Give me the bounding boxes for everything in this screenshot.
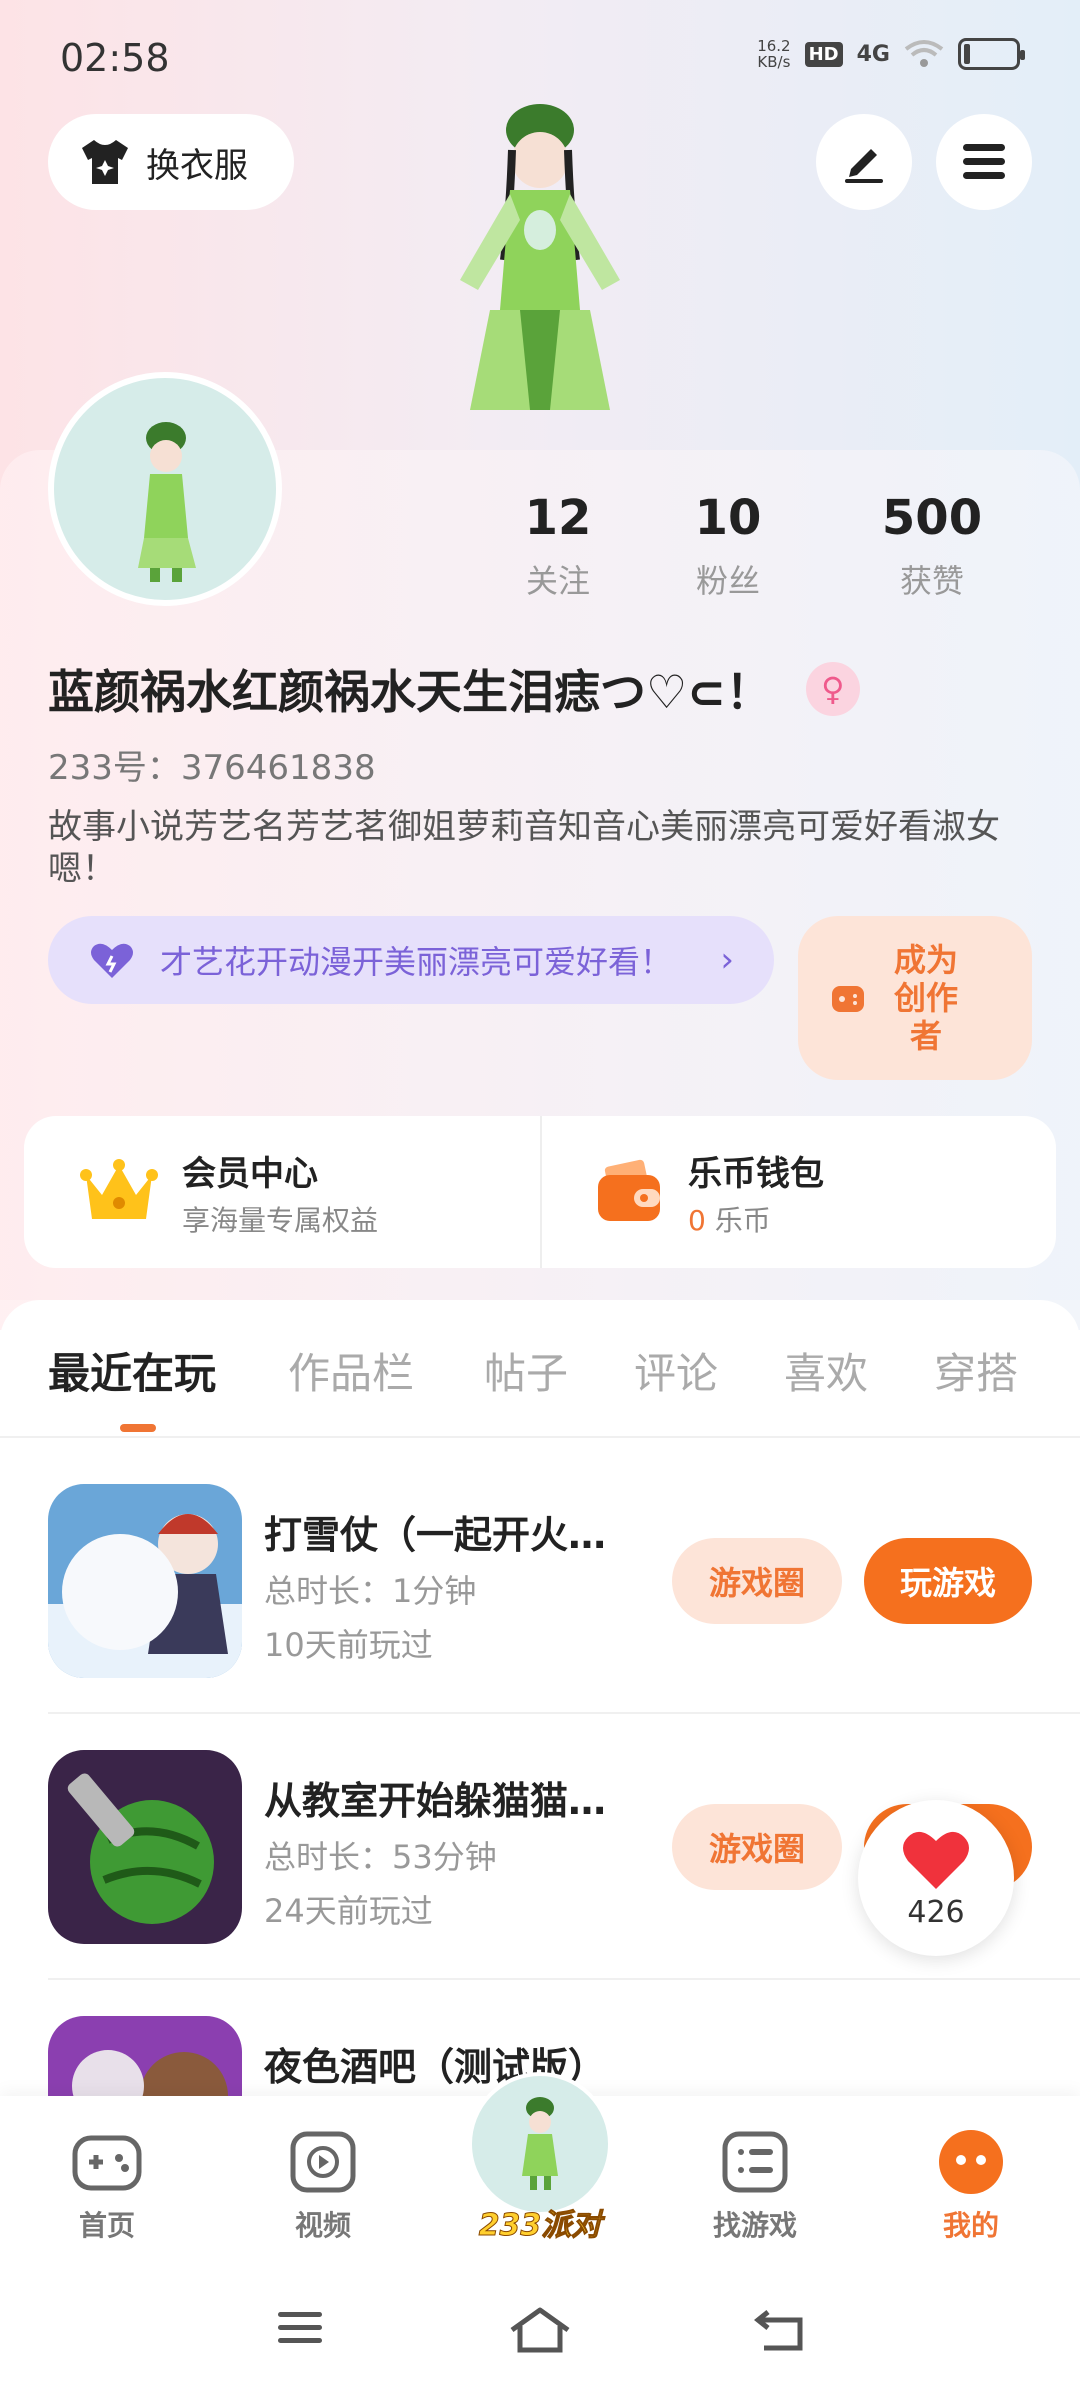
nav-mine[interactable]: 我的 [896, 2126, 1046, 2244]
tab-recent-play[interactable]: 最近在玩 [48, 1340, 216, 1401]
list-divider [48, 1978, 1080, 1980]
network-speed: 16.2 KB/s [757, 38, 790, 70]
nav-mine-label: 我的 [942, 2209, 999, 2242]
signal-4g-icon: 4G [856, 41, 890, 67]
heart-badge-icon [91, 943, 133, 978]
likes-label: 获赞 [899, 562, 964, 600]
game-last-played: 24天前玩过 [264, 1892, 433, 1930]
likes-stat[interactable]: 500 获赞 [830, 490, 1034, 602]
game-duration: 总时长：1分钟 [264, 1572, 477, 1610]
menu-button[interactable] [936, 114, 1032, 210]
pen-icon [845, 149, 883, 183]
wallet-balance: 0 乐币 [688, 1199, 824, 1239]
following-stat[interactable]: 12 关注 [490, 490, 626, 602]
user-bio: 故事小说芳艺名芳艺茗御姐萝莉音知音心美丽漂亮可爱好看淑女嗯！ [48, 807, 1000, 889]
likes-count: 500 [881, 490, 983, 546]
chevron-right-icon: › [720, 940, 734, 980]
followers-label: 粉丝 [695, 562, 760, 600]
smiley-profile-icon [939, 2130, 1003, 2194]
following-count: 12 [524, 490, 592, 546]
profile-tag-text: 才艺花开动漫开美丽漂亮可爱好看！ [160, 943, 673, 981]
edit-profile-button[interactable] [816, 114, 912, 210]
tab-outfits[interactable]: 穿搭 [934, 1340, 1018, 1401]
tab-comments[interactable]: 评论 [634, 1340, 718, 1401]
vip-title: 会员中心 [182, 1153, 318, 1194]
back-icon[interactable] [754, 2306, 806, 2354]
profile-stats: 12 关注 10 粉丝 500 获赞 [490, 490, 1050, 602]
vip-wallet-card: 会员中心 享海量专属权益 乐币钱包 0 乐币 [24, 1116, 1056, 1268]
status-time: 02:58 [60, 36, 170, 80]
tshirt-icon [82, 140, 128, 184]
gamepad-badge-icon [832, 986, 864, 1012]
game-circle-button[interactable]: 游戏圈 [672, 1804, 842, 1890]
game-duration: 总时长：53分钟 [264, 1838, 497, 1876]
tab-works[interactable]: 作品栏 [288, 1340, 414, 1401]
gamepad-icon [72, 2135, 142, 2191]
nav-video-label: 视频 [294, 2209, 351, 2242]
play-video-icon [290, 2131, 356, 2193]
tab-posts[interactable]: 帖子 [484, 1340, 568, 1401]
vip-subtitle: 享海量专属权益 [182, 1203, 379, 1237]
user-id: 233号：376461838 [48, 748, 376, 788]
following-label: 关注 [525, 562, 590, 600]
tab-divider [0, 1436, 1080, 1438]
game-icon-watermelon [48, 1750, 242, 1944]
become-creator-button[interactable]: 成为创作者 [798, 916, 1032, 1080]
party-avatar-figure [522, 2097, 558, 2190]
wallet-entry[interactable]: 乐币钱包 0 乐币 [540, 1116, 1056, 1268]
play-game-button[interactable]: 玩游戏 [864, 1538, 1032, 1624]
nav-home[interactable]: 首页 [32, 2126, 182, 2244]
wallet-unit: 乐币 [714, 1203, 771, 1237]
party-label[interactable]: 233派对 [468, 2200, 612, 2244]
nickname-row: 蓝颜祸水红颜祸水天生泪痣つ♡⊂！ ♀ [48, 656, 860, 722]
nav-home-label: 首页 [78, 2209, 135, 2242]
party-button[interactable] [468, 2072, 612, 2216]
followers-count: 10 [694, 490, 762, 546]
nav-find-game-label: 找游戏 [712, 2209, 797, 2242]
profile-tag-pill[interactable]: 才艺花开动漫开美丽漂亮可爱好看！ › [48, 916, 774, 1004]
game-name: 从教室开始躲猫猫… [264, 1779, 607, 1823]
user-avatar[interactable] [48, 372, 282, 606]
wallet-title: 乐币钱包 [688, 1153, 824, 1194]
change-outfit-label: 换衣服 [146, 145, 248, 186]
profile-tabs: 最近在玩 作品栏 帖子 评论 喜欢 穿搭 [0, 1340, 1080, 1436]
game-circle-button[interactable]: 游戏圈 [672, 1538, 842, 1624]
speed-value: 16.2 [757, 37, 791, 55]
speed-unit: KB/s [757, 53, 791, 71]
become-creator-label: 成为创作者 [893, 941, 958, 1055]
home-icon[interactable] [508, 2306, 572, 2354]
battery-icon [958, 38, 1025, 70]
recent-apps-icon[interactable] [276, 2306, 324, 2350]
wifi-icon [904, 40, 944, 67]
active-tab-indicator [120, 1424, 156, 1432]
character-avatar-3d [460, 104, 620, 410]
hamburger-menu-icon [963, 144, 1005, 179]
nav-video[interactable]: 视频 [248, 2126, 398, 2244]
list-icon [722, 2131, 788, 2193]
change-outfit-button[interactable]: 换衣服 [48, 114, 294, 210]
game-last-played: 10天前玩过 [264, 1626, 433, 1664]
heart-icon [903, 1831, 969, 1889]
game-icon-snowball [48, 1484, 242, 1678]
nickname: 蓝颜祸水红颜祸水天生泪痣つ♡⊂！ [48, 665, 772, 719]
vip-center-entry[interactable]: 会员中心 享海量专属权益 [24, 1116, 540, 1268]
list-divider [48, 1712, 1080, 1714]
crown-icon [80, 1159, 158, 1219]
like-count: 426 [907, 1894, 965, 1930]
tab-likes[interactable]: 喜欢 [784, 1340, 868, 1401]
hd-icon: HD [804, 41, 843, 67]
female-gender-icon: ♀ [805, 662, 860, 716]
system-navigation-bar [0, 2276, 1080, 2400]
wallet-amount: 0 [688, 1203, 706, 1237]
status-icons: 16.2 KB/s HD 4G [757, 38, 1025, 70]
followers-stat[interactable]: 10 粉丝 [626, 490, 830, 602]
avatar-figure [138, 422, 196, 582]
game-name: 打雪仗（一起开火… [264, 1513, 607, 1557]
nav-find-game[interactable]: 找游戏 [680, 2126, 830, 2244]
wallet-icon [598, 1159, 660, 1221]
list-item[interactable]: 打雪仗（一起开火… 总时长：1分钟 10天前玩过 游戏圈 玩游戏 [48, 1484, 1032, 1678]
like-float-button[interactable]: 426 [858, 1800, 1014, 1956]
